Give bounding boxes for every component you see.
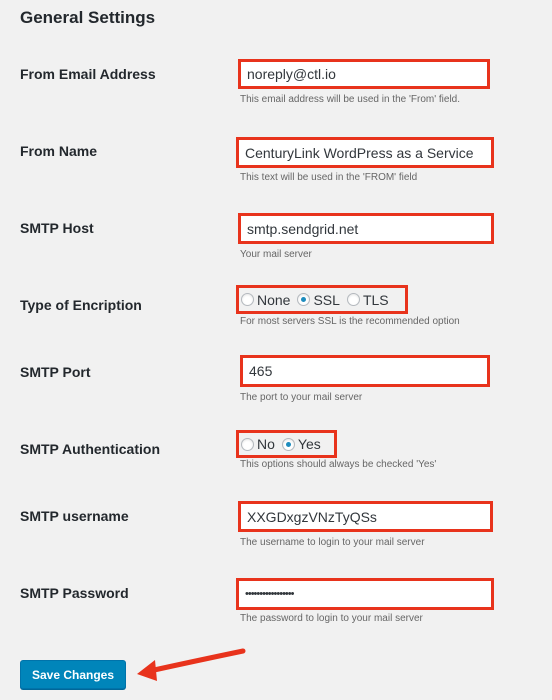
smtp-port-description: The port to your mail server	[240, 392, 363, 403]
encryption-label: Type of Encription	[20, 297, 142, 313]
smtp-port-value: 465	[249, 363, 273, 379]
from-name-description: This text will be used in the 'FROM' fie…	[240, 172, 418, 183]
encryption-none-radio[interactable]	[241, 293, 254, 306]
page-title: General Settings	[20, 8, 156, 27]
encryption-none-label: None	[257, 291, 291, 308]
from-email-input[interactable]: noreply@ctl.io	[238, 59, 490, 89]
from-name-input[interactable]: CenturyLink WordPress as a Service	[236, 137, 494, 168]
red-arrow-icon	[137, 648, 246, 681]
smtp-password-value: •••••••••••••••••	[245, 588, 294, 600]
smtp-auth-radio-group: No Yes	[236, 430, 337, 458]
from-email-description: This email address will be used in the '…	[240, 94, 461, 105]
smtp-host-description: Your mail server	[240, 249, 312, 260]
from-name-label: From Name	[20, 143, 98, 159]
smtp-port-input[interactable]: 465	[240, 355, 490, 387]
encryption-tls-label: TLS	[362, 291, 389, 308]
smtp-password-description: The password to login to your mail serve…	[240, 613, 423, 624]
encryption-radio-group: None SSL TLS	[236, 285, 408, 314]
from-email-value: noreply@ctl.io	[247, 66, 336, 82]
encryption-description: For most servers SSL is the recommended …	[240, 316, 460, 327]
smtp-auth-label: SMTP Authentication	[20, 441, 160, 457]
encryption-ssl-radio[interactable]	[297, 293, 311, 306]
encryption-ssl-label: SSL	[313, 291, 340, 308]
from-name-value: CenturyLink WordPress as a Service	[245, 144, 474, 161]
smtp-host-value: smtp.sendgrid.net	[247, 220, 359, 237]
smtp-username-value: XXGDxgzVNzTyQSs	[247, 508, 377, 525]
auth-no-label: No	[257, 436, 275, 452]
save-changes-button[interactable]: Save Changes	[20, 660, 126, 689]
smtp-password-label: SMTP Password	[20, 585, 129, 601]
smtp-username-input[interactable]: XXGDxgzVNzTyQSs	[238, 501, 493, 532]
smtp-host-input[interactable]: smtp.sendgrid.net	[238, 213, 494, 244]
auth-yes-label: Yes	[297, 436, 321, 452]
encryption-tls-radio[interactable]	[346, 293, 360, 306]
smtp-username-label: SMTP username	[20, 508, 129, 524]
smtp-host-label: SMTP Host	[20, 220, 94, 236]
smtp-port-label: SMTP Port	[20, 364, 91, 380]
auth-yes-radio[interactable]	[281, 437, 295, 451]
smtp-password-input[interactable]: •••••••••••••••••	[236, 578, 494, 610]
auth-no-radio[interactable]	[241, 437, 254, 451]
smtp-username-description: The username to login to your mail serve…	[240, 537, 425, 548]
from-email-label: From Email Address	[20, 66, 156, 82]
smtp-auth-description: This options should always be checked 'Y…	[240, 459, 437, 470]
